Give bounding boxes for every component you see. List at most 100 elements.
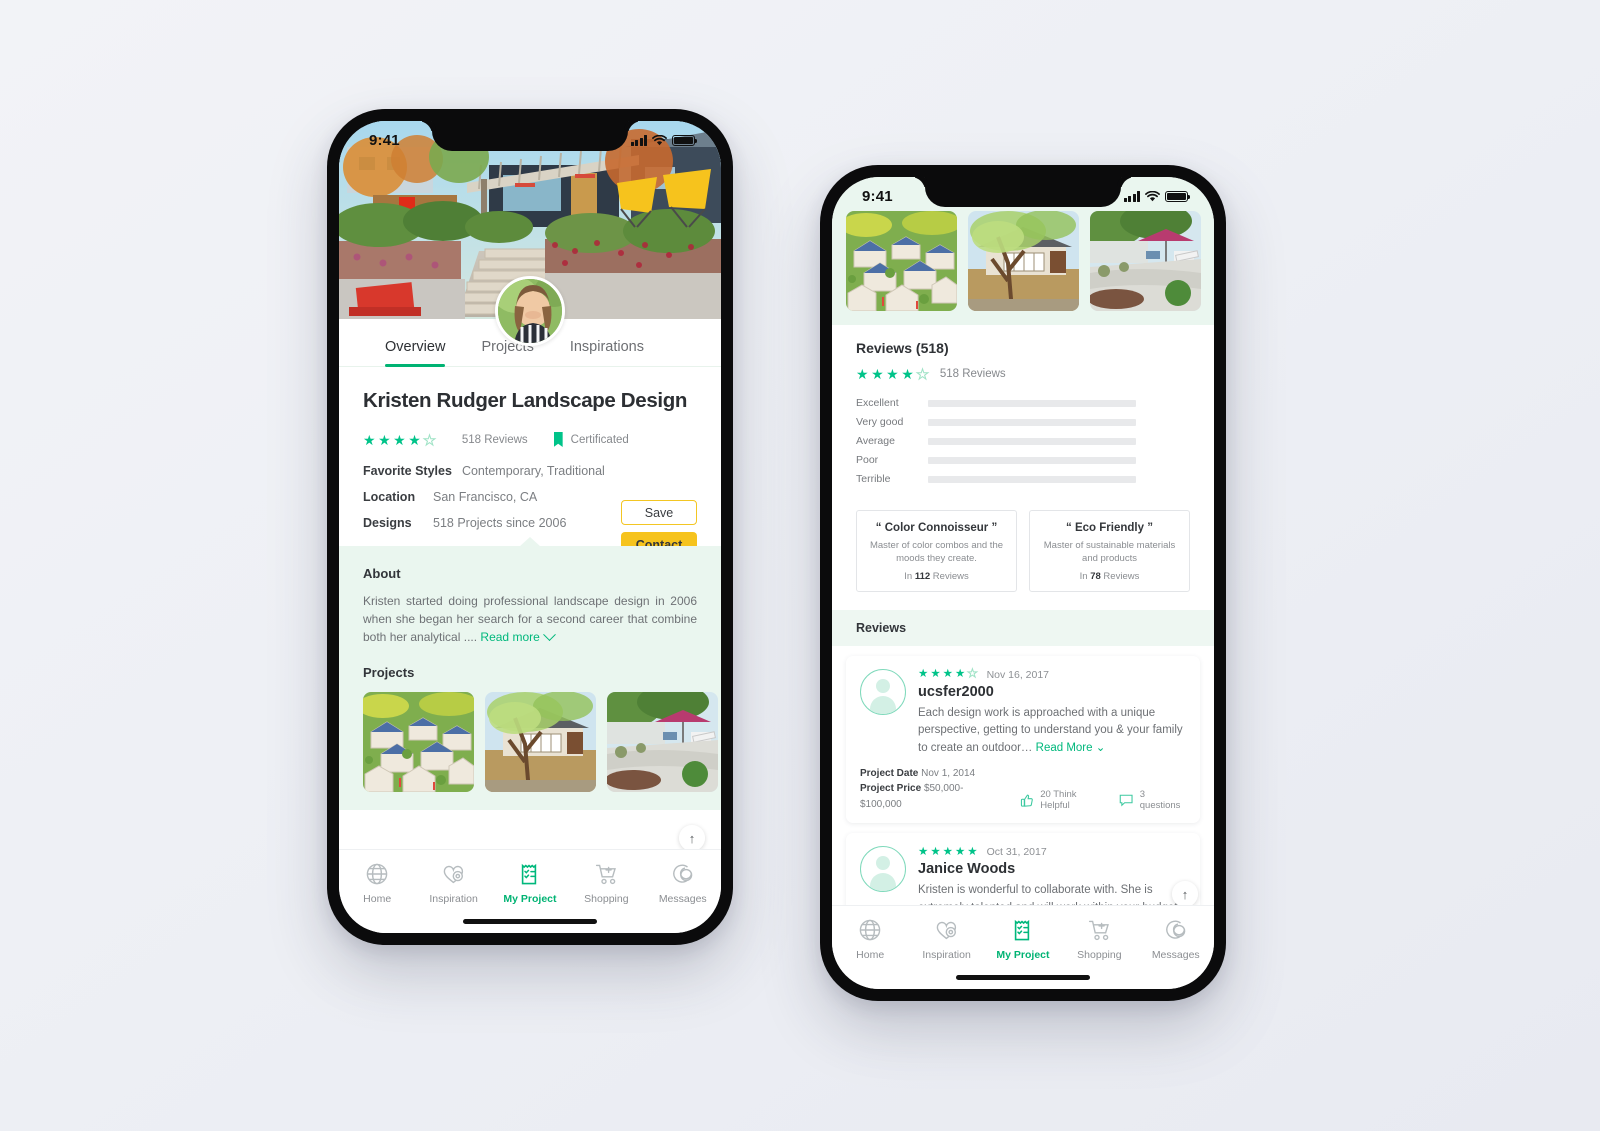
projects-carousel[interactable] (363, 691, 718, 796)
distribution-track (928, 437, 1136, 445)
rating-distribution: Excellent Very good Average Poor Terribl… (856, 397, 1190, 485)
review-date: Nov 16, 2017 (986, 669, 1050, 682)
distribution-label: Poor (856, 454, 879, 466)
fact-key: Designs (363, 516, 412, 530)
review-content: ★ ★ ★ ★ ★ Nov 16, 2017 ucsfer2000 Each desig… (918, 668, 1186, 757)
distribution-track (928, 456, 1136, 464)
nav-label: Inspiration (922, 949, 971, 961)
badge-count-number: 112 (914, 571, 931, 583)
badge-count: In 112 Reviews (865, 571, 1008, 582)
review-author: Janice Woods (918, 861, 1016, 878)
project-thumbnail-2[interactable] (485, 691, 596, 792)
review-text: Each design work is approached with a un… (918, 705, 1186, 757)
checklist-receipt-icon (518, 861, 542, 887)
project-thumbnail-3[interactable] (607, 691, 718, 792)
phone-right-screen: Reviews (518) ★ ★ ★ ★ ★ 518 Reviews Excellen… (832, 177, 1214, 989)
read-more-link[interactable]: Read More ⌄ (1036, 742, 1106, 754)
reviews-overview: Reviews (518) ★ ★ ★ ★ ★ 518 Reviews Excellen… (832, 325, 1214, 485)
profile-facts: Favorite Styles Contemporary, Traditiona… (363, 464, 697, 557)
reviews-scroll-area[interactable]: Reviews (518) ★ ★ ★ ★ ★ 518 Reviews Excellen… (832, 325, 1214, 905)
distribution-label: Excellent (856, 397, 899, 409)
fact-favorite-styles: Favorite Styles Contemporary, Traditiona… (363, 464, 697, 478)
review-date: Oct 31, 2017 (986, 846, 1047, 859)
nav-item-inspiration[interactable]: Inspiration (419, 861, 489, 905)
nav-item-inspiration[interactable]: Inspiration (912, 917, 982, 961)
scroll-to-top-button[interactable]: ↑ (1172, 881, 1198, 907)
certificated-badge: Certificated (553, 432, 629, 447)
badge-count-suffix: Reviews (930, 571, 969, 583)
badge-count-prefix: In (1079, 571, 1091, 583)
nav-item-messages[interactable]: Messages (1141, 917, 1211, 961)
nav-label: Messages (658, 893, 707, 905)
nav-item-messages[interactable]: Messages (648, 861, 718, 905)
page-title: Kristen Rudger Landscape Design (363, 389, 688, 412)
comment-bubble-icon (1120, 795, 1134, 807)
reviews-title: Reviews (518) (856, 340, 949, 356)
chat-bubbles-icon (1163, 917, 1188, 943)
strip-thumbnail-2[interactable] (968, 211, 1079, 311)
avatar[interactable] (495, 276, 565, 346)
fact-value: 518 Projects since 2006 (433, 516, 567, 530)
helpful-button[interactable]: 20 Think Helpful (1020, 789, 1106, 811)
review-header: ★ ★ ★ ★ ★ Oct 31, 2017 Janice Woods Kristen … (860, 846, 1186, 905)
notch (432, 121, 628, 151)
review-footer: Project Date Nov 1, 2014 Project Price $… (860, 766, 1186, 813)
review-header: ★ ★ ★ ★ ★ Nov 16, 2017 ucsfer2000 Each desig… (860, 668, 1186, 757)
scroll-to-top-button[interactable]: ↑ (679, 825, 705, 851)
heart-camera-icon (934, 917, 959, 943)
profile-meta-row: ★ ★ ★ ★ ★ 518 Reviews Certificated (363, 432, 697, 447)
home-indicator (956, 975, 1090, 980)
phone-left: Overview Projects Inspirations Kristen R… (327, 109, 733, 945)
review-rating-row: ★ ★ ★ ★ ★ Nov 16, 2017 (918, 668, 1186, 682)
tab-overview[interactable]: Overview (385, 339, 446, 367)
fact-value: Contemporary, Traditional (461, 464, 605, 478)
read-more-label: Read More (1035, 741, 1093, 754)
nav-item-home[interactable]: Home (835, 917, 905, 961)
strip-thumbnail-1[interactable] (846, 211, 957, 311)
strip-thumbnail-3[interactable] (1090, 211, 1201, 311)
review-card-2: ★ ★ ★ ★ ★ Oct 31, 2017 Janice Woods Kristen … (846, 833, 1200, 905)
nav-item-home[interactable]: Home (342, 861, 412, 905)
badge-description: Master of color combos and the moods the… (869, 540, 1004, 565)
nav-item-shopping[interactable]: Shopping (1064, 917, 1134, 961)
avatar (860, 846, 906, 893)
tab-inspirations[interactable]: Inspirations (570, 339, 644, 366)
suburb-model-houses-image (846, 211, 957, 311)
distribution-label: Average (856, 435, 895, 447)
chat-bubbles-icon (670, 861, 695, 887)
project-thumbnail-1[interactable] (363, 691, 474, 792)
questions-button[interactable]: 3 questions (1119, 789, 1186, 811)
save-button[interactable]: Save (621, 500, 697, 525)
review-body: Kristen is wonderful to collaborate with… (918, 884, 1181, 905)
project-date-key: Project Date (860, 767, 919, 779)
review-actions: 20 Think Helpful 3 questions (1020, 789, 1186, 812)
nav-item-shopping[interactable]: Shopping (571, 861, 641, 905)
review-author: ucsfer2000 (918, 684, 994, 701)
about-text: Kristen started doing professional lands… (363, 592, 697, 647)
badge-eco-friendly[interactable]: “ Eco Friendly ” Master of sustainable m… (1029, 510, 1190, 593)
patio-umbrella-garden-image (607, 691, 718, 792)
shopping-cart-icon (1087, 917, 1112, 943)
about-heading: About (363, 566, 401, 581)
reviews-count: 518 Reviews (461, 433, 528, 446)
badge-count-number: 78 (1090, 571, 1101, 583)
chevron-down-icon: ⌄ (1095, 741, 1106, 754)
suburb-model-houses-image (363, 691, 474, 792)
reviews-count: 518 Reviews (939, 368, 1006, 380)
about-section: About Kristen started doing professional… (339, 546, 721, 810)
badge-description: Master of sustainable materials and prod… (1043, 540, 1176, 565)
nav-label: Messages (1151, 949, 1200, 961)
review-content: ★ ★ ★ ★ ★ Oct 31, 2017 Janice Woods Kristen … (918, 846, 1186, 905)
heart-camera-icon (441, 861, 466, 887)
review-stars: ★ ★ ★ ★ ★ (918, 668, 978, 681)
nav-item-my-project[interactable]: My Project (988, 917, 1058, 961)
nav-item-my-project[interactable]: My Project (495, 861, 565, 905)
profile-body: Kristen Rudger Landscape Design ★ ★ ★ ★ ★ 51… (339, 367, 721, 557)
badge-color-connoisseur[interactable]: “ Color Connoisseur ” Master of color co… (856, 510, 1017, 593)
nav-label: My Project (996, 949, 1050, 961)
arrow-up-icon: ↑ (1181, 886, 1189, 902)
read-more-link[interactable]: Read more (480, 628, 556, 646)
nav-label: Shopping (584, 893, 629, 905)
patio-umbrella-garden-image (1090, 211, 1201, 311)
review-card-1: ★ ★ ★ ★ ★ Nov 16, 2017 ucsfer2000 Each desig… (846, 656, 1200, 824)
